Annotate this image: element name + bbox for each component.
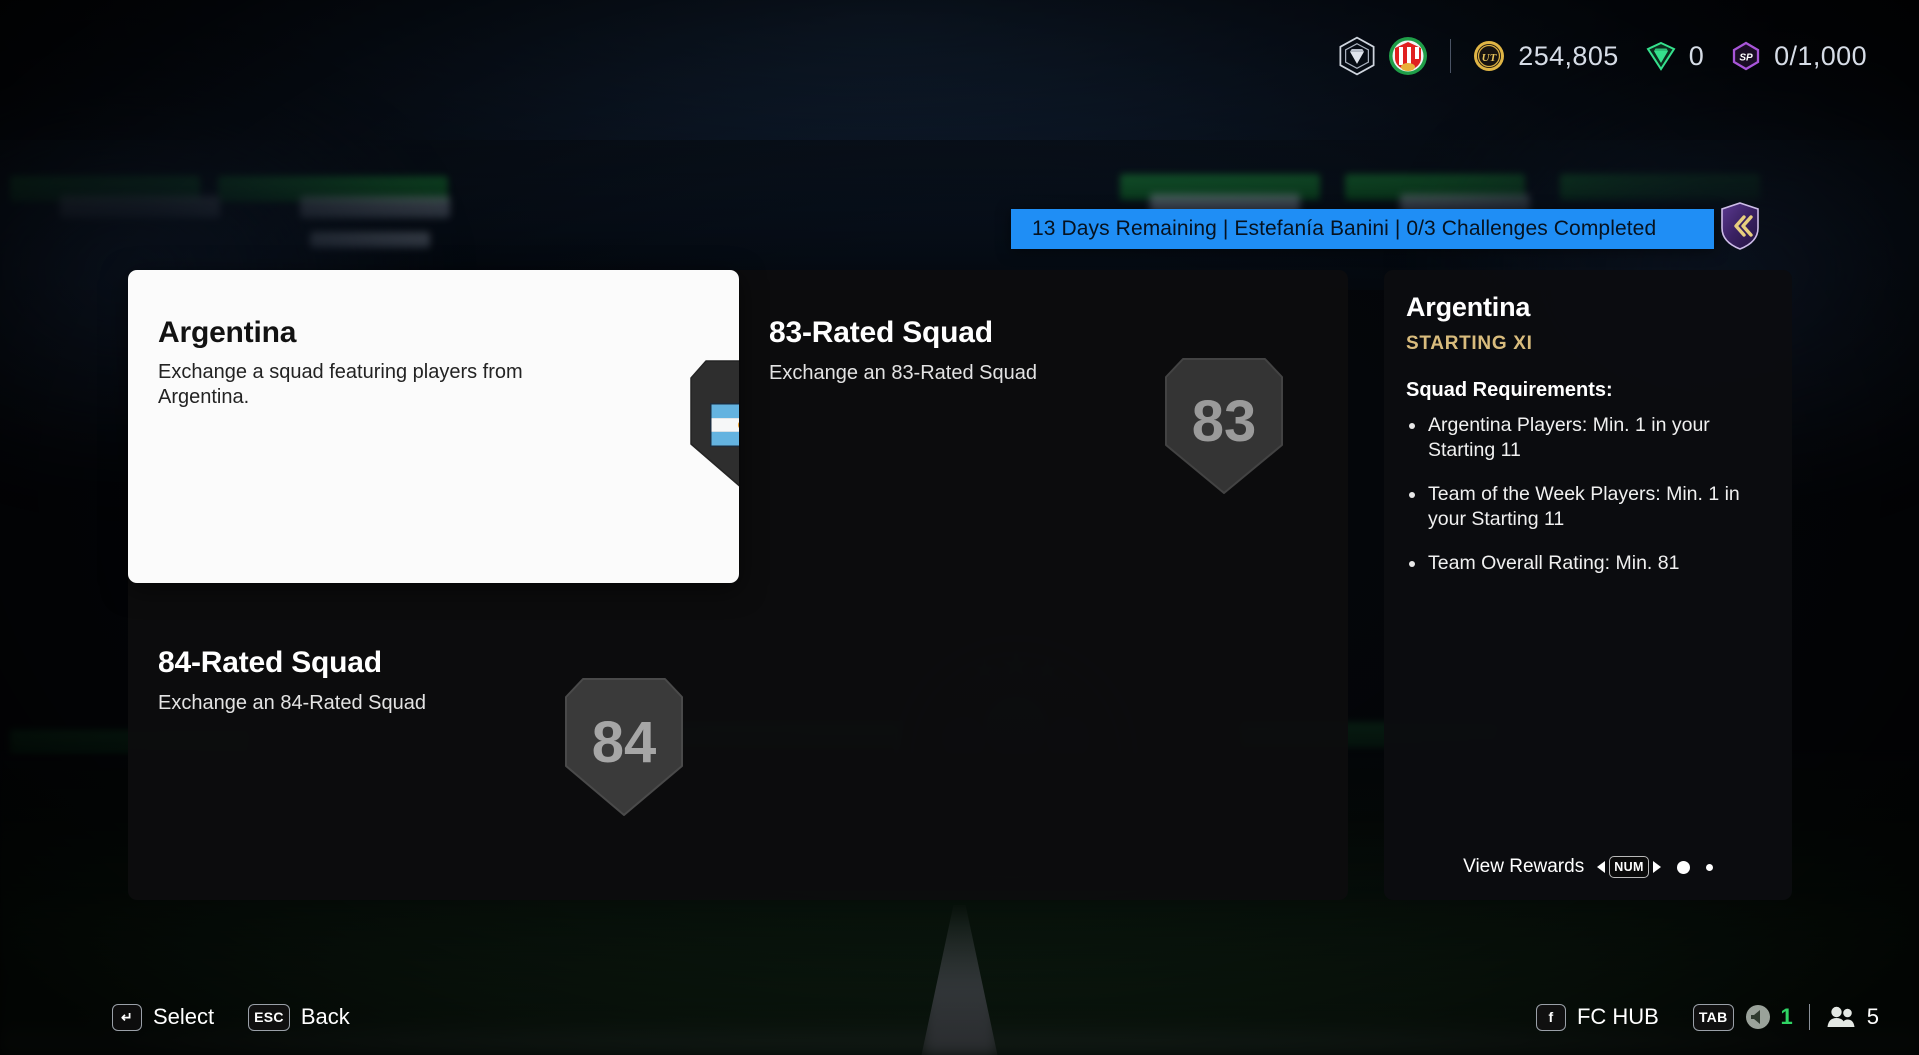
details-title: Argentina [1406,292,1531,322]
tab-key-icon[interactable]: TAB [1692,1003,1734,1031]
voice-count: 1 [1780,1004,1793,1029]
top-hud: UT 254,805 0 SP 0/1,000 [0,0,1919,112]
challenge-tile-title: 83-Rated Squad [769,316,993,349]
requirements-list: Argentina Players: Min. 1 in your Starti… [1406,413,1772,595]
challenge-banner-text: 13 Days Remaining | Estefanía Banini | 0… [1032,217,1657,240]
coins-value: 254,805 [1518,40,1619,71]
challenge-banner[interactable]: 13 Days Remaining | Estefanía Banini | 0… [1011,209,1714,249]
svg-text:SP: SP [1739,53,1753,64]
view-rewards-label: View Rewards [1463,856,1585,877]
ultimate-team-crest-icon [1339,36,1375,76]
season-points-value: 0/1,000 [1774,40,1867,71]
requirement-item: Team of the Week Players: Min. 1 in your… [1406,482,1772,532]
arrow-right-icon[interactable] [1652,861,1661,873]
arrow-left-icon[interactable] [1597,861,1606,873]
squad-details-panel: Argentina STARTING XI Squad Requirements… [1384,270,1792,900]
back-control[interactable]: ESC Back [248,1003,350,1031]
challenge-tile-subtitle: Exchange a squad featuring players from … [158,361,523,408]
fc-hub-label: FC HUB [1576,1004,1659,1029]
select-label: Select [153,1004,215,1029]
challenge-tile-title: 84-Rated Squad [158,646,382,679]
fc-points-value: 0 [1688,40,1705,71]
rating-84-badge: 84 [563,676,685,818]
page-dot-active[interactable] [1676,860,1690,874]
rating-84-value: 84 [592,710,657,775]
challenge-tile-title: Argentina [158,316,297,349]
page-dot[interactable] [1705,863,1713,871]
esc-key-icon[interactable]: ESC [248,1003,290,1031]
club-badge-icon [1389,37,1428,75]
challenge-tile-argentina[interactable]: Argentina Exchange a squad featuring pla… [128,270,739,583]
fc-points-indicator: 0 [1646,41,1704,72]
details-subtitle: STARTING XI [1406,333,1533,354]
voice-chat-control[interactable]: TAB 1 [1692,1003,1793,1031]
double-chevron-left-icon[interactable] [1720,202,1760,250]
argentina-flag-badge [688,358,739,492]
friends-count: 5 [1866,1004,1879,1029]
svg-text:UT: UT [1482,52,1498,64]
exchange-challenges-screen: Argentina Exchange a squad featuring pla… [0,0,1919,1055]
rating-83-value: 83 [1192,389,1257,454]
bottom-control-bar: ↵ Select ESC Back f FC HUB TAB 1 5 [0,979,1919,1055]
enter-key-icon[interactable]: ↵ [112,1003,142,1031]
f-key-icon[interactable]: f [1535,1003,1566,1031]
requirement-item: Team Overall Rating: Min. 81 [1406,551,1772,576]
back-label: Back [300,1004,350,1029]
fc-hub-control[interactable]: f FC HUB [1535,1003,1659,1031]
coins-indicator: UT 254,805 [1473,40,1618,72]
friends-control[interactable]: 5 [1826,1004,1879,1030]
view-rewards-control[interactable]: View Rewards NUM [1384,856,1792,878]
season-points-indicator: SP 0/1,000 [1731,41,1867,72]
speaker-icon[interactable] [1745,1004,1771,1030]
sp-hex-icon: SP [1732,41,1760,71]
people-icon[interactable] [1826,1004,1856,1030]
rating-83-badge: 83 [1163,356,1285,496]
bottom-bar-divider [1808,1004,1810,1030]
select-control[interactable]: ↵ Select [112,1003,215,1031]
hud-divider [1450,39,1452,73]
ut-coin-icon: UT [1474,41,1505,71]
requirements-heading: Squad Requirements: [1406,379,1613,401]
challenge-tile-subtitle: Exchange an 84-Rated Squad [158,692,426,714]
requirement-item: Argentina Players: Min. 1 in your Starti… [1406,413,1772,463]
challenge-tile-subtitle: Exchange an 83-Rated Squad [769,362,1037,384]
num-key-icon[interactable]: NUM [1609,856,1649,878]
fc-points-icon [1646,41,1676,71]
